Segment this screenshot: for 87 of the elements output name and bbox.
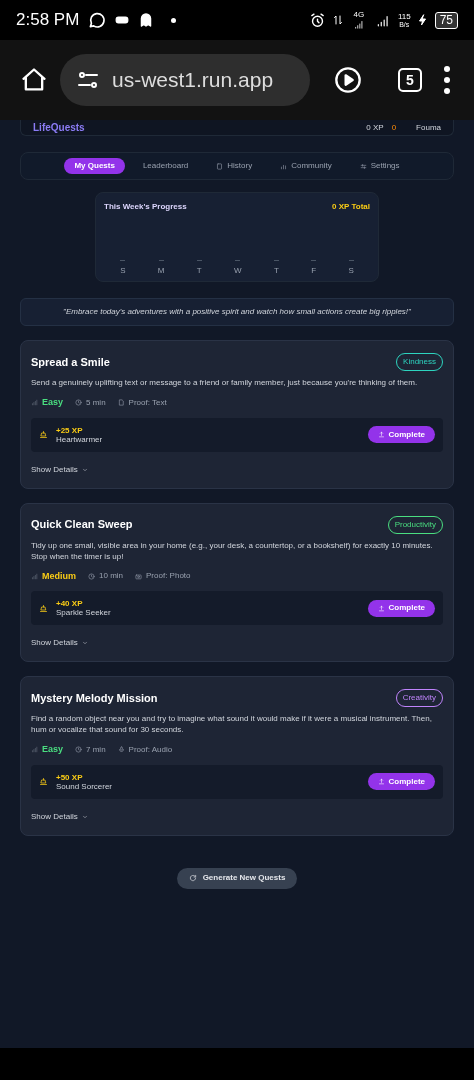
complete-button[interactable]: Complete xyxy=(367,599,435,617)
chevron-down-icon xyxy=(81,813,88,820)
category-tag: Creativity xyxy=(395,689,443,707)
tab-icon xyxy=(216,162,224,170)
category-tag: Productivity xyxy=(387,515,443,534)
alarm-icon xyxy=(308,11,326,29)
proof-label: Proof: Text xyxy=(128,396,167,409)
tab-icon xyxy=(280,162,288,170)
tab[interactable]: My Quests xyxy=(64,158,125,174)
show-details-toggle[interactable]: Show Details xyxy=(31,637,88,649)
chevron-down-icon xyxy=(81,640,88,646)
quest-title: Quick Clean Sweep xyxy=(31,517,133,533)
category-tag: Kindness xyxy=(396,353,443,371)
proof-icon xyxy=(117,399,125,407)
quest-description: Find a random object near you and try to imagine what sound it would make if it were a musical instrument. Then, hum or vocalize that sound for 30 seconds. xyxy=(31,713,433,735)
xp-reward: +25 XP xyxy=(56,425,84,435)
upload-icon xyxy=(377,604,385,612)
home-icon xyxy=(20,66,48,94)
app-logo: LifeQuests xyxy=(33,121,85,135)
quest-title: Spread a Smile xyxy=(31,354,110,370)
tab[interactable]: Community xyxy=(270,158,342,174)
xp-total: 0 XP Total xyxy=(332,201,370,213)
clock-time: 2:58 PM xyxy=(16,9,80,32)
reward-title: Sound Sorcerer xyxy=(56,781,113,791)
tabs-button[interactable]: 5 xyxy=(398,68,422,92)
charging-icon xyxy=(416,13,429,27)
xp-reward: +40 XP xyxy=(56,599,84,608)
day-label: S xyxy=(120,265,126,277)
show-details-toggle[interactable]: Show Details xyxy=(31,463,88,476)
speed-value: 115 xyxy=(397,12,411,21)
proof-icon xyxy=(117,746,125,754)
xp-reward: +50 XP xyxy=(56,772,84,782)
tab[interactable]: Leaderboard xyxy=(132,158,199,174)
reward-title: Heartwarmer xyxy=(56,434,103,444)
day-label: M xyxy=(157,265,165,277)
quest-description: Send a genuinely uplifting text or message to a friend or family member, just because you're thinking of them. xyxy=(31,377,419,388)
signal-bars-icon xyxy=(31,572,38,580)
upload-icon xyxy=(377,778,385,785)
duration-label: 5 min xyxy=(86,396,106,409)
reward-title: Sparkle Seeker xyxy=(56,608,111,617)
duration-label: 10 min xyxy=(99,570,124,583)
tab[interactable]: History xyxy=(206,158,263,174)
duration-label: 7 min xyxy=(86,743,106,756)
tab[interactable]: Settings xyxy=(349,158,410,174)
refresh-icon xyxy=(188,874,197,882)
difficulty-label: Easy xyxy=(42,743,64,756)
trophy-icon xyxy=(39,777,48,786)
proof-label: Proof: Audio xyxy=(128,743,173,756)
address-bar[interactable]: us-west1.run.app xyxy=(60,54,310,106)
day-label: F xyxy=(311,265,317,277)
play-icon xyxy=(334,66,362,94)
day-label: W xyxy=(234,265,242,277)
signal-bars-icon xyxy=(31,746,38,754)
upload-icon xyxy=(377,431,385,438)
signal-bars-icon xyxy=(31,399,38,407)
day-label: T xyxy=(196,265,202,277)
play-button[interactable] xyxy=(334,66,362,94)
chevron-down-icon xyxy=(81,466,88,473)
streak-counter: 0 xyxy=(391,121,397,134)
proof-icon xyxy=(135,572,143,580)
url-text: us-west1.run.app xyxy=(112,67,274,94)
home-button[interactable] xyxy=(20,66,48,94)
clock-icon xyxy=(75,746,83,754)
quest-description: Tidy up one small, visible area in your home (e.g., your desk, a countertop, or a bookshelf) for exactly 10 minutes. Stop when the timer is up! xyxy=(31,539,434,562)
progress-title: This Week's Progress xyxy=(104,201,187,213)
complete-button[interactable]: Complete xyxy=(367,773,435,790)
difficulty-label: Medium xyxy=(42,569,76,583)
chat-icon xyxy=(87,10,108,30)
day-label: T xyxy=(273,265,279,277)
quest-title: Mystery Melody Mission xyxy=(31,690,158,706)
xp-counter: 0 XP xyxy=(366,121,384,134)
network-type: 4G xyxy=(353,11,365,19)
trophy-icon xyxy=(39,430,48,439)
motivational-quote: "Embrace today's adventures with a positive spirit and watch how small actions create big ripples!" xyxy=(63,306,411,318)
generate-quests-button[interactable]: Generate New Quests xyxy=(176,867,298,889)
difficulty-label: Easy xyxy=(42,396,64,409)
user-name: Fouma xyxy=(416,121,441,134)
clock-icon xyxy=(75,399,83,407)
show-details-toggle[interactable]: Show Details xyxy=(31,810,88,823)
proof-label: Proof: Photo xyxy=(146,570,191,583)
battery-level: 75 xyxy=(434,11,458,29)
trophy-icon xyxy=(39,603,48,613)
day-label: S xyxy=(348,265,354,277)
menu-icon xyxy=(444,66,450,94)
clock-icon xyxy=(88,572,95,580)
complete-button[interactable]: Complete xyxy=(367,426,435,443)
tab-icon xyxy=(359,162,367,170)
